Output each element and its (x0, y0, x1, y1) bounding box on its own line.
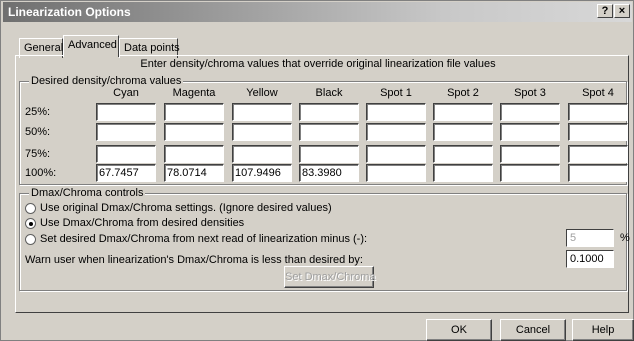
radio-use-desired-densities[interactable]: Use Dmax/Chroma from desired densities (25, 217, 244, 229)
window-title: Linearization Options (8, 5, 131, 19)
density-input[interactable] (299, 145, 359, 163)
radio-label: Set desired Dmax/Chroma from next read o… (40, 233, 368, 245)
minus-value-input[interactable]: 5 (566, 229, 614, 247)
density-input[interactable] (366, 103, 426, 121)
row-label: 100%: (25, 167, 57, 179)
density-input[interactable] (299, 103, 359, 121)
row-label: 25%: (25, 106, 51, 118)
cancel-button[interactable]: Cancel (500, 319, 566, 341)
column-header: Spot 4 (582, 87, 614, 99)
density-input[interactable] (568, 123, 628, 141)
radio-label: Use Dmax/Chroma from desired densities (40, 217, 245, 229)
set-dmax-chroma-button[interactable]: Set Dmax/Chroma (284, 266, 375, 288)
density-input[interactable] (500, 123, 560, 141)
linearization-options-dialog: Linearization Options ? × General Advanc… (0, 0, 634, 341)
density-input[interactable] (500, 145, 560, 163)
radio-button[interactable] (25, 202, 36, 214)
density-input[interactable] (164, 103, 224, 121)
density-input[interactable] (164, 123, 224, 141)
dmax-controls-group-label: Dmax/Chroma controls (29, 187, 146, 199)
row-label: 75%: (25, 148, 51, 160)
warn-label: Warn user when linearization's Dmax/Chro… (25, 254, 363, 266)
ok-button[interactable]: OK (426, 319, 492, 341)
density-input[interactable] (366, 164, 426, 182)
density-input[interactable] (568, 103, 628, 121)
column-header: Magenta (172, 87, 216, 99)
density-input[interactable]: 67.7457 (96, 164, 156, 182)
radio-use-original-dmax[interactable]: Use original Dmax/Chroma settings. (Igno… (25, 202, 332, 214)
density-input[interactable] (164, 145, 224, 163)
radio-set-from-next-read[interactable]: Set desired Dmax/Chroma from next read o… (25, 233, 367, 245)
column-header: Black (315, 87, 343, 99)
density-input[interactable] (96, 145, 156, 163)
close-icon[interactable]: × (614, 4, 630, 18)
tab-advanced[interactable]: Advanced (63, 35, 119, 57)
column-header: Spot 2 (447, 87, 479, 99)
radio-button-selected[interactable] (25, 217, 36, 229)
density-input[interactable] (96, 123, 156, 141)
help-question-icon[interactable]: ? (597, 4, 613, 18)
density-input[interactable] (232, 145, 292, 163)
density-input[interactable] (96, 103, 156, 121)
density-input[interactable] (433, 145, 493, 163)
density-input[interactable] (500, 164, 560, 182)
density-input[interactable] (568, 164, 628, 182)
row-label: 50%: (25, 126, 51, 138)
density-input[interactable] (366, 123, 426, 141)
density-input[interactable] (232, 103, 292, 121)
column-header: Yellow (246, 87, 278, 99)
column-header: Spot 1 (380, 87, 412, 99)
radio-label: Use original Dmax/Chroma settings. (Igno… (40, 202, 332, 214)
density-input[interactable] (366, 145, 426, 163)
percent-label: % (620, 232, 630, 244)
density-input[interactable] (500, 103, 560, 121)
density-input[interactable]: 83.3980 (299, 164, 359, 182)
desired-values-group-label: Desired density/chroma values (29, 75, 184, 87)
density-input[interactable]: 107.9496 (232, 164, 292, 182)
density-input[interactable] (232, 123, 292, 141)
instructions-text: Enter density/chroma values that overrid… (140, 58, 496, 70)
title-bar: Linearization Options ? × (3, 2, 632, 22)
help-button[interactable]: Help (572, 319, 634, 341)
column-header: Cyan (113, 87, 139, 99)
warn-threshold-input[interactable]: 0.1000 (566, 250, 614, 268)
density-input[interactable]: 78.0714 (164, 164, 224, 182)
column-header: Spot 3 (514, 87, 546, 99)
density-input[interactable] (433, 123, 493, 141)
radio-button[interactable] (25, 233, 36, 245)
density-input[interactable] (433, 164, 493, 182)
density-input[interactable] (568, 145, 628, 163)
density-input[interactable] (299, 123, 359, 141)
density-input[interactable] (433, 103, 493, 121)
